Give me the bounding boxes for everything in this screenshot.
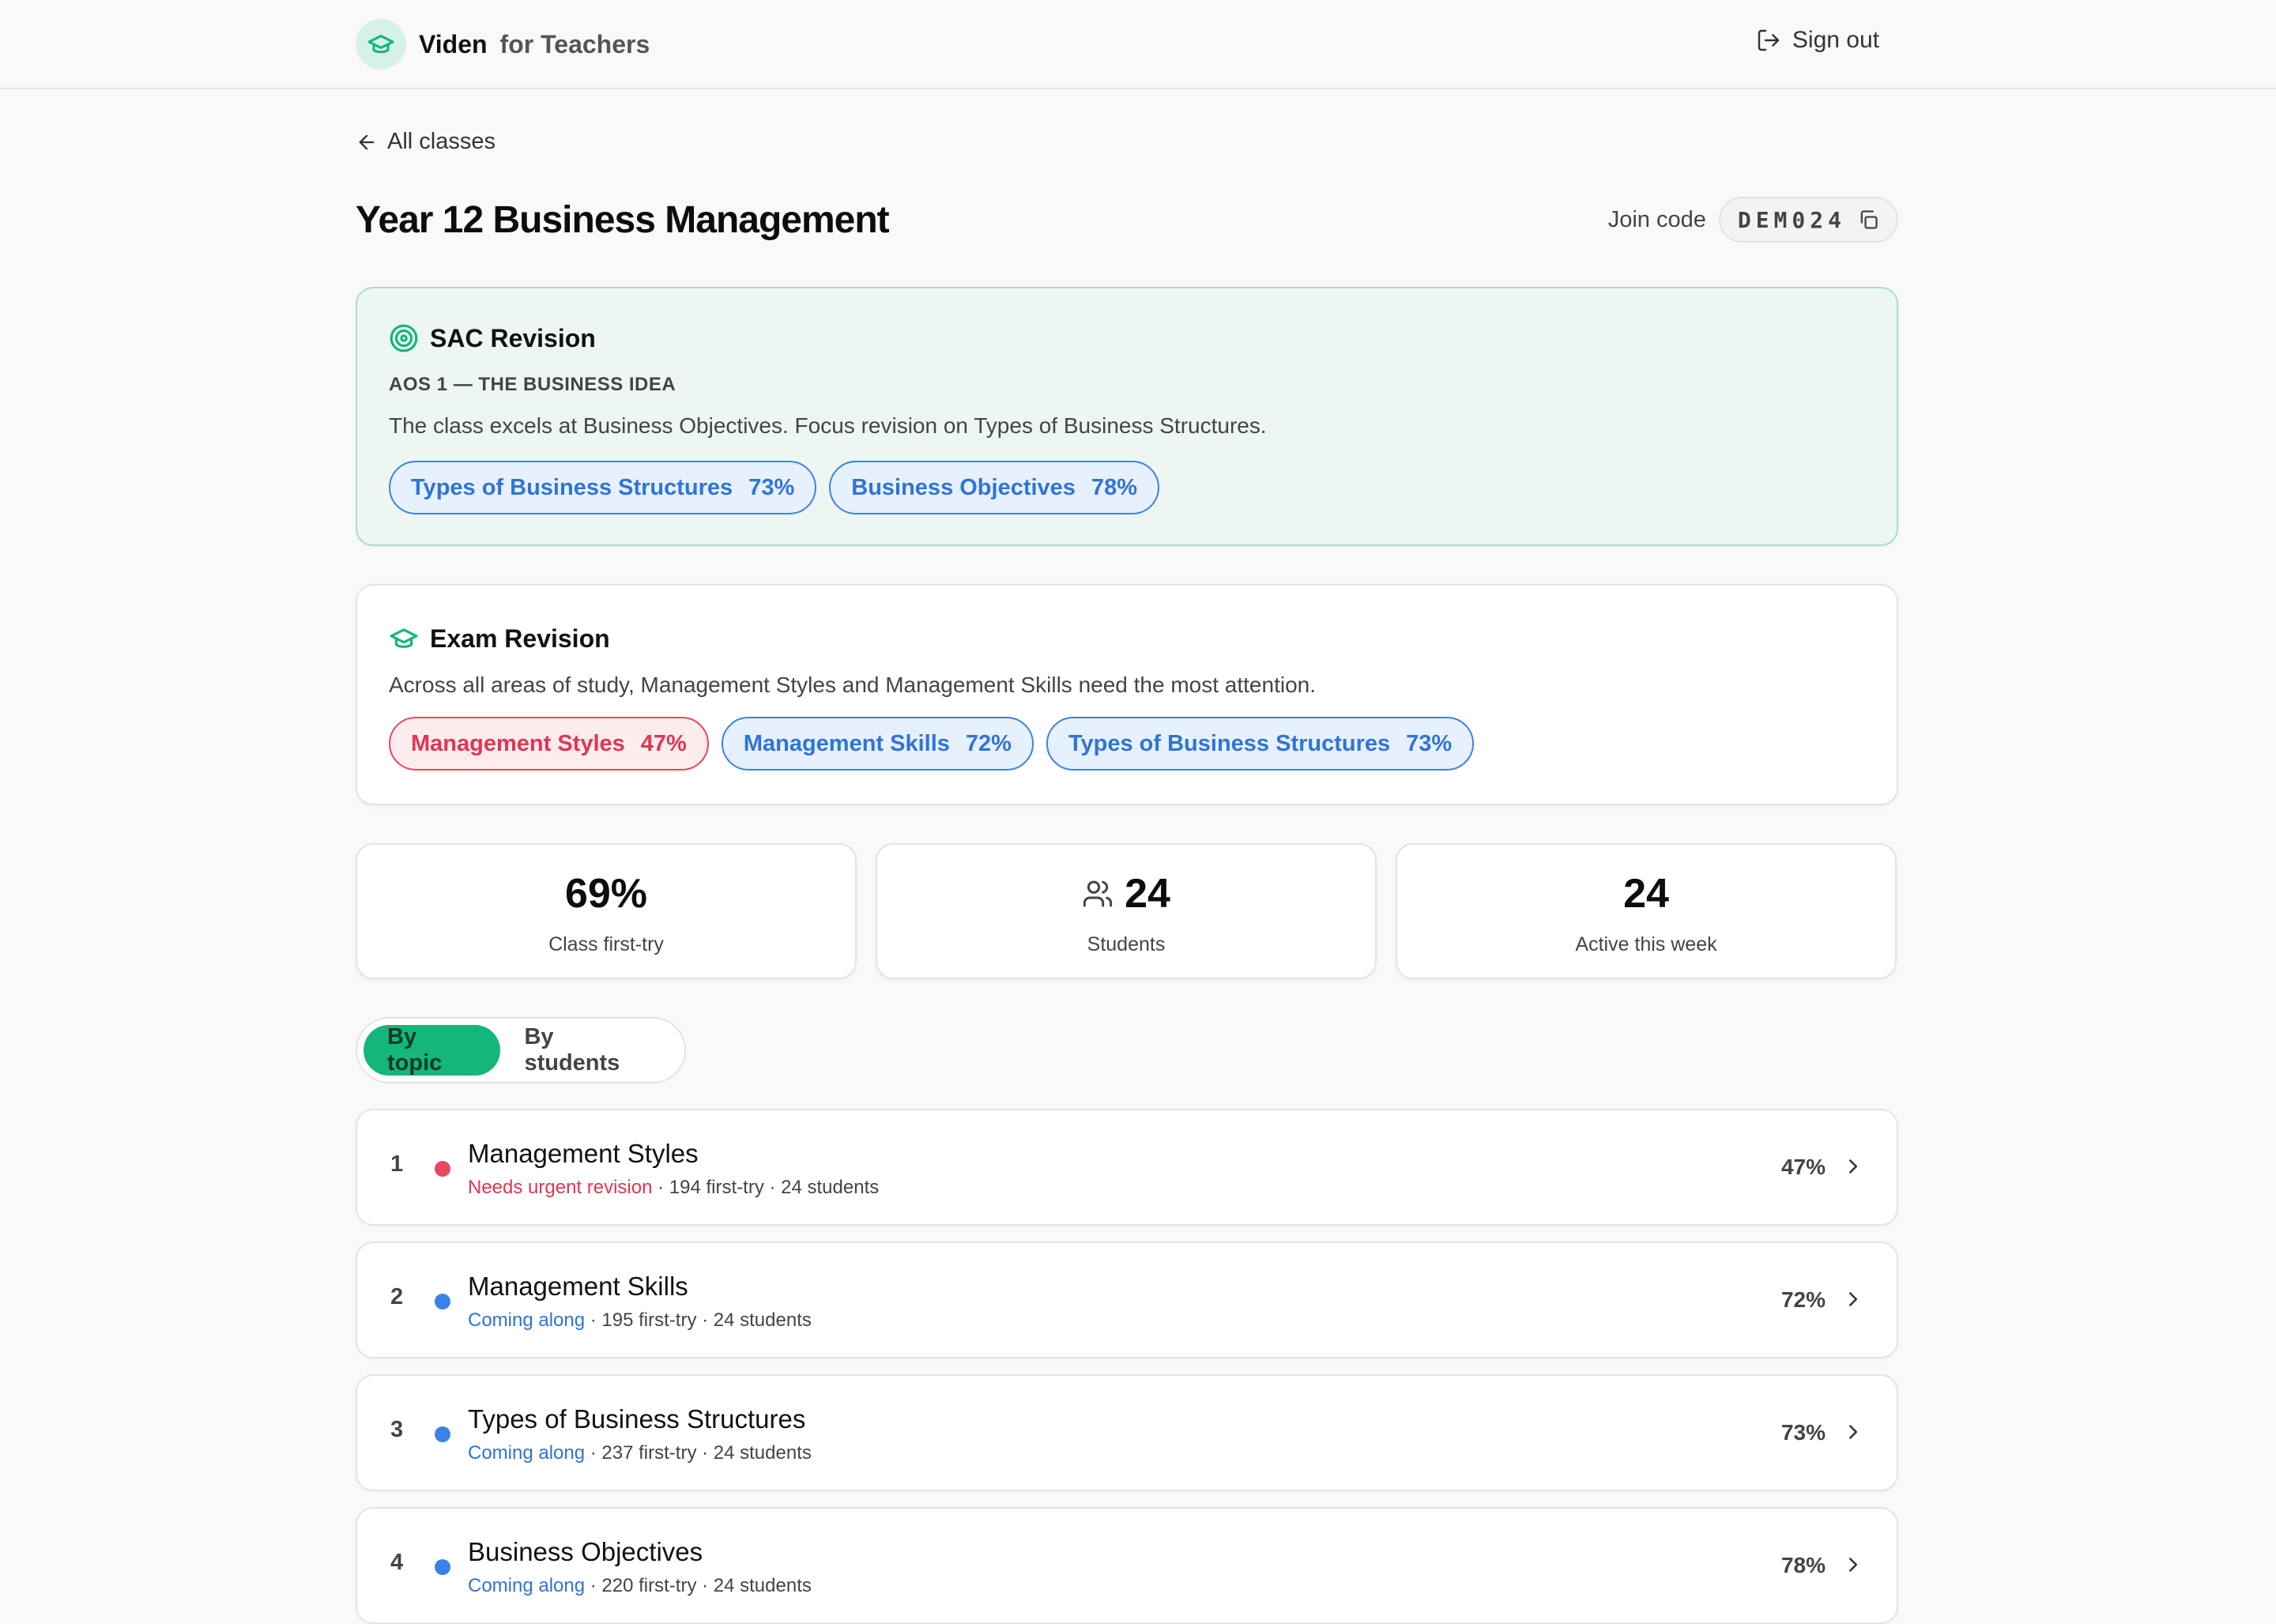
sac-revision-header: SAC Revision (389, 323, 596, 353)
sign-out-label: Sign out (1792, 27, 1879, 53)
stat-card-students: 24 Students (876, 843, 1377, 979)
graduation-cap-icon (390, 628, 418, 648)
stat-card-active-this-week: 24 Active this week (1396, 843, 1897, 979)
topic-row[interactable]: 3 Types of Business Structures Coming al… (356, 1374, 1898, 1491)
topic-row[interactable]: 1 Management Styles Needs urgent revisio… (356, 1109, 1898, 1226)
stat-label: Active this week (1575, 933, 1717, 955)
topic-row[interactable]: 4 Business Objectives Coming along · 220… (356, 1507, 1898, 1624)
topic-percentage: 72% (1780, 1287, 1826, 1312)
view-toggle: By topic By students (356, 1017, 686, 1083)
copy-icon (1860, 210, 1878, 229)
topic-title: Business Objectives (468, 1537, 703, 1566)
users-icon (1083, 880, 1113, 907)
topic-title: Management Styles (468, 1139, 699, 1168)
topic-meta: Coming along · 220 first-try · 24 studen… (468, 1575, 812, 1597)
top-bar: Viden for Teachers Sign out (0, 0, 2276, 89)
sac-revision-title: SAC Revision (430, 323, 596, 352)
chevron-right-icon (1849, 1159, 1857, 1174)
topic-meta: Coming along · 195 first-try · 24 studen… (468, 1309, 812, 1332)
topic-rank: 4 (390, 1550, 404, 1575)
status-dot (435, 1294, 450, 1309)
brand[interactable]: Viden for Teachers (356, 19, 650, 70)
sac-pill-business-objectives[interactable]: Business Objectives 78% (829, 461, 1159, 514)
brand-name: Viden (419, 29, 488, 58)
chevron-right-icon (1849, 1425, 1857, 1439)
join-code-label: Join code (1607, 206, 1706, 232)
stat-label: Class first-try (548, 933, 664, 955)
back-link[interactable]: All classes (356, 129, 496, 155)
topic-percentage: 78% (1780, 1553, 1826, 1577)
status-dot (435, 1559, 450, 1575)
sac-revision-card: SAC Revision AOS 1 — THE BUSINESS IDEA T… (356, 287, 1898, 546)
topic-status: Coming along (468, 1309, 586, 1331)
topic-meta: Coming along · 237 first-try · 24 studen… (468, 1442, 812, 1464)
exam-description: Across all areas of study, Management St… (389, 673, 1316, 697)
page-title: Year 12 Business Management (356, 199, 890, 241)
topic-stats: · 194 first-try · 24 students (652, 1177, 880, 1198)
stat-card-first-try: 69% Class first-try (356, 843, 857, 979)
topic-percentage: 73% (1780, 1420, 1826, 1445)
topic-percentage: 47% (1780, 1155, 1826, 1179)
topic-rank: 3 (390, 1417, 404, 1442)
exam-pill-management-skills[interactable]: Management Skills 72% (721, 717, 1034, 771)
topic-title: Types of Business Structures (468, 1404, 806, 1434)
stat-value: 69% (564, 871, 648, 917)
status-dot (435, 1426, 450, 1442)
topic-rank: 1 (390, 1151, 404, 1177)
exam-pill-types-of-business-structures[interactable]: Types of Business Structures 73% (1046, 717, 1475, 771)
copy-join-code-button[interactable]: DEM024 (1718, 197, 1898, 243)
exam-pill-management-styles[interactable]: Management Styles 47% (389, 717, 709, 771)
sign-out-button[interactable]: Sign out (1756, 27, 1879, 54)
exam-revision-header: Exam Revision (389, 624, 610, 654)
topic-stats: · 237 first-try · 24 students (585, 1442, 812, 1464)
topic-row[interactable]: 2 Management Skills Coming along · 195 f… (356, 1242, 1898, 1358)
target-icon (390, 324, 418, 352)
arrow-left-icon (359, 134, 375, 149)
status-dot (435, 1161, 450, 1177)
stat-value-wrap: 24 (877, 870, 1375, 918)
topic-stats: · 195 first-try · 24 students (585, 1309, 812, 1331)
topic-status: Coming along (468, 1442, 586, 1464)
chevron-right-icon (1849, 1558, 1857, 1572)
topic-status: Coming along (468, 1575, 586, 1596)
sac-area-of-study: AOS 1 — THE BUSINESS IDEA (389, 374, 676, 395)
topic-rank: 2 (390, 1284, 404, 1309)
topic-title: Management Skills (468, 1272, 688, 1301)
back-link-label: All classes (387, 129, 496, 154)
sac-pill-types-of-business-structures[interactable]: Types of Business Structures 73% (389, 461, 817, 514)
exam-revision-title: Exam Revision (430, 624, 610, 653)
graduation-cap-icon (356, 19, 406, 70)
exam-revision-card: Exam Revision Across all areas of study,… (356, 584, 1898, 805)
topic-meta: Needs urgent revision · 194 first-try · … (468, 1177, 879, 1199)
sac-topic-pills: Types of Business Structures 73% Busines… (389, 461, 1172, 514)
stat-value: 24 (1623, 871, 1669, 917)
sac-description: The class excels at Business Objectives.… (389, 413, 1267, 438)
topic-status: Needs urgent revision (468, 1177, 653, 1198)
topic-stats: · 220 first-try · 24 students (585, 1575, 812, 1596)
stat-label: Students (1087, 933, 1166, 955)
chevron-right-icon (1849, 1292, 1857, 1306)
join-code-value: DEM024 (1737, 206, 1846, 233)
join-code: Join code DEM024 (1608, 197, 1898, 243)
stat-value: 24 (1125, 871, 1170, 917)
exam-topic-pills: Management Styles 47% Management Skills … (389, 717, 1487, 771)
brand-subtitle: for Teachers (499, 29, 650, 58)
tab-by-topic[interactable]: By topic (364, 1024, 501, 1076)
tab-by-students[interactable]: By students (500, 1024, 678, 1076)
sign-out-icon (1758, 29, 1780, 51)
